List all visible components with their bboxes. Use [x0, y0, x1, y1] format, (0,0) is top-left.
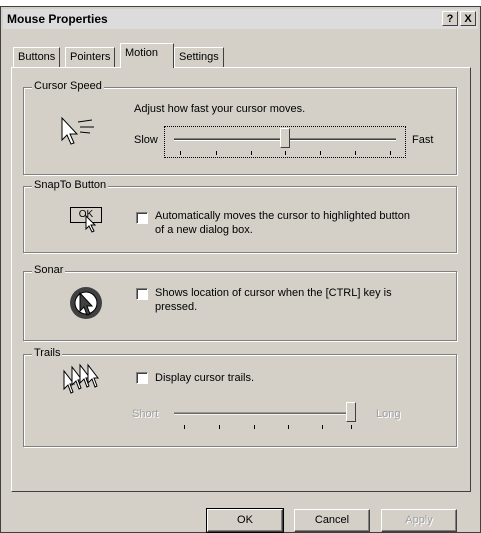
tab-buttons[interactable]: Buttons — [13, 47, 61, 67]
cancel-button[interactable]: Cancel — [294, 509, 370, 532]
speed-fast-label: Fast — [412, 134, 434, 146]
sonar-icon — [70, 287, 102, 319]
window-title: Mouse Properties — [7, 12, 108, 26]
cursor-speed-legend: Cursor Speed — [32, 80, 104, 92]
speed-tick — [285, 151, 286, 155]
mouse-properties-window: Mouse Properties ? X Buttons Pointers Mo… — [0, 6, 481, 533]
trails-tick — [288, 425, 289, 429]
cursor-trails-icon — [63, 363, 100, 394]
trails-checkbox-label[interactable]: Display cursor trails. — [155, 371, 254, 385]
speed-tick — [320, 151, 321, 155]
trails-slider-track[interactable] — [174, 412, 356, 415]
apply-button[interactable]: Apply — [381, 509, 457, 532]
trails-tick — [184, 425, 185, 429]
sonar-checkbox-label-line2[interactable]: pressed. — [155, 300, 197, 314]
speed-slider-thumb[interactable] — [280, 128, 290, 148]
snapto-checkbox[interactable] — [136, 212, 148, 224]
cursor-speed-group: Cursor Speed Adjust how fast your cursor… — [23, 80, 457, 175]
snapto-pointer-icon — [85, 215, 97, 233]
snapto-group: SnapTo Button OK Automatically moves the… — [23, 179, 457, 253]
trails-tick — [322, 425, 323, 429]
trails-tick — [254, 425, 255, 429]
trails-checkbox[interactable] — [136, 372, 148, 384]
cursor-speed-description: Adjust how fast your cursor moves. — [134, 103, 306, 115]
sonar-legend: Sonar — [32, 264, 66, 276]
snapto-legend: SnapTo Button — [32, 179, 109, 191]
snapto-checkbox-label-line2[interactable]: of a new dialog box. — [155, 223, 253, 237]
speed-slow-label: Slow — [134, 134, 158, 146]
speed-tick — [355, 151, 356, 155]
fast-pointer-icon — [61, 116, 94, 145]
tab-pointers[interactable]: Pointers — [65, 47, 116, 67]
speed-tick — [251, 151, 252, 155]
trails-slider-thumb[interactable] — [346, 402, 356, 422]
speed-tick — [216, 151, 217, 155]
snapto-checkbox-label-line1[interactable]: Automatically moves the cursor to highli… — [155, 209, 410, 223]
tab-motion[interactable]: Motion — [120, 43, 174, 68]
ok-button[interactable]: OK — [206, 508, 284, 533]
sonar-checkbox[interactable] — [136, 288, 148, 300]
trails-legend: Trails — [32, 347, 63, 359]
close-button[interactable]: X — [460, 11, 476, 26]
trails-group: Trails Display cursor trails. Short Long — [23, 347, 457, 447]
sonar-checkbox-label-line1[interactable]: Shows location of cursor when the [CTRL]… — [155, 286, 392, 300]
title-bar[interactable]: Mouse Properties ? X — [3, 9, 478, 29]
trails-long-label: Long — [376, 408, 401, 420]
trails-tick — [351, 425, 352, 429]
speed-tick — [180, 151, 181, 155]
trails-short-label: Short — [132, 408, 159, 420]
help-button[interactable]: ? — [442, 11, 458, 26]
speed-tick — [390, 151, 391, 155]
trails-tick — [219, 425, 220, 429]
tab-settings[interactable]: Settings — [174, 47, 224, 67]
sonar-group: Sonar Shows location of cursor when the … — [23, 264, 457, 341]
